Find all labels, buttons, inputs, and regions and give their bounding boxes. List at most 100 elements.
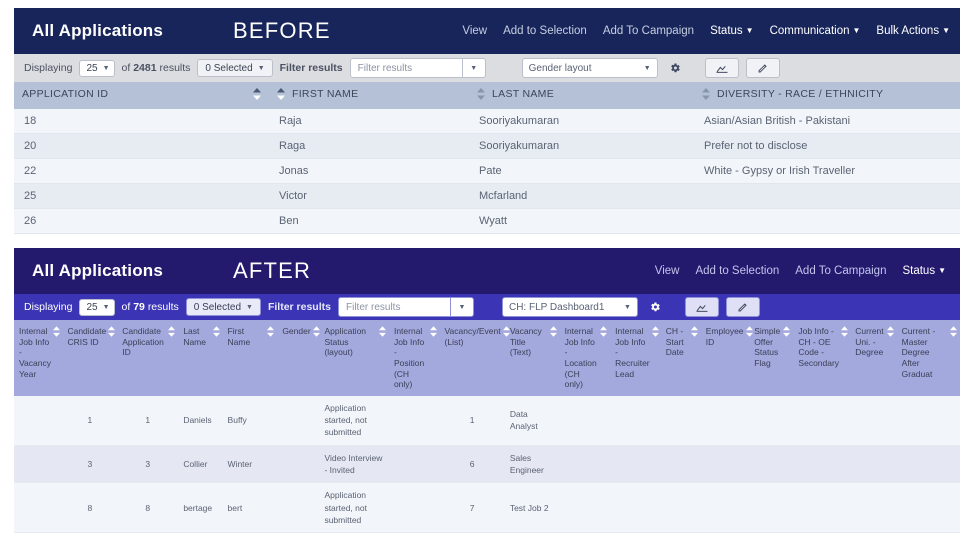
gear-icon[interactable] (665, 58, 685, 78)
layout-select[interactable]: CH: FLP Dashboard1 ▼ (501, 297, 638, 317)
sort-icon[interactable] (783, 326, 791, 340)
column-header-current-uni-degree[interactable]: Current Uni. - Degree (850, 320, 897, 396)
sort-icon[interactable] (108, 326, 116, 340)
column-header-first-name[interactable]: FIRST NAME (269, 82, 469, 109)
table-cell: 1 (62, 395, 118, 446)
table-cell: Mcfarland (469, 183, 694, 209)
column-header-internal-job-info-vacancy-year[interactable]: Internal Job Info - Vacancy Year (14, 320, 63, 396)
column-header-last-name[interactable]: LAST NAME (469, 82, 694, 109)
column-header-simple-offer-status-flag[interactable]: Simple Offer Status Flag (749, 320, 794, 396)
menu-item-status[interactable]: Status ▼ (710, 25, 754, 37)
table-cell (694, 208, 960, 234)
sort-icon[interactable] (690, 326, 698, 340)
column-header-first-name-label: FIRST NAME (292, 88, 359, 100)
sort-icon[interactable] (52, 326, 60, 340)
column-header-vacancy-title-text[interactable]: Vacancy Title (Text) (504, 320, 560, 396)
column-header-candidate-cris-id[interactable]: Candidate CRIS ID (62, 320, 118, 396)
column-header-current-master-degree-after-graduat[interactable]: Current - Master Degree After Graduat (896, 320, 960, 396)
menu-item-add-to-selection[interactable]: Add to Selection (503, 25, 587, 37)
filter-results-label: Filter results (267, 301, 331, 313)
sort-icon[interactable] (841, 326, 849, 340)
menu-item-status[interactable]: Status ▼ (902, 265, 946, 277)
sort-icon[interactable] (549, 326, 557, 340)
sort-icon[interactable] (212, 326, 220, 340)
menu-item-add-to-campaign[interactable]: Add To Campaign (795, 265, 886, 277)
column-header-gender[interactable]: Gender (277, 320, 320, 396)
column-header-last-name[interactable]: Last Name (178, 320, 223, 396)
column-header-vacancy-event-list[interactable]: Vacancy/Event (List) (439, 320, 510, 396)
table-cell: Application started, not submitted (319, 482, 389, 534)
menu-item-communication[interactable]: Communication ▼ (770, 25, 861, 37)
column-header-diversity[interactable]: DIVERSITY - RACE / ETHNICITY (694, 82, 960, 109)
chevron-down-icon: ▼ (852, 26, 861, 36)
table-row[interactable]: 26 Ben Wyatt (14, 208, 960, 234)
sort-icon[interactable] (277, 88, 285, 103)
column-header-application-id[interactable]: APPLICATION ID (14, 82, 269, 109)
table-row[interactable]: 22 Jonas Pate White - Gypsy or Irish Travel… (14, 158, 960, 184)
sort-icon[interactable] (886, 326, 894, 340)
selected-dropdown[interactable]: 0 Selected ▼ (185, 298, 261, 316)
sort-icon[interactable] (267, 326, 275, 340)
sort-icon[interactable] (253, 88, 261, 103)
after-panel-header: All Applications AFTER View Add to Selec… (14, 248, 960, 294)
column-header-internal-job-info-location-ch-only[interactable]: Internal Job Info - Location (CH only) (559, 320, 611, 396)
selected-count-label: 0 Selected (205, 62, 253, 74)
column-header-first-name[interactable]: First Name (222, 320, 278, 396)
sort-icon[interactable] (429, 326, 437, 340)
table-cell (700, 445, 750, 484)
table-cell: Jonas (269, 158, 469, 184)
table-cell: 22 (14, 158, 269, 184)
column-header-employee-id[interactable]: Employee ID (700, 320, 753, 396)
menu-item-bulk-actions[interactable]: Bulk Actions ▼ (876, 25, 950, 37)
table-cell (14, 445, 63, 484)
sort-icon[interactable] (502, 326, 510, 340)
column-header-internal-job-info-position-ch-only[interactable]: Internal Job Info - Position (CH only) (388, 320, 440, 396)
page-size-select[interactable]: 25 ▼ (79, 298, 115, 316)
sort-icon[interactable] (168, 326, 176, 340)
table-cell: 7 (439, 482, 505, 534)
edit-layout-icon[interactable] (745, 58, 780, 78)
filter-results-input[interactable]: Filter results (349, 58, 462, 78)
table-cell: 8 (62, 482, 118, 534)
table-cell: Collier (178, 445, 223, 484)
table-row[interactable]: 3 3 Collier Winter Video Interview - Invited… (14, 445, 960, 484)
filter-results-input[interactable]: Filter results (337, 297, 450, 317)
menu-item-add-to-selection[interactable]: Add to Selection (695, 265, 779, 277)
table-row[interactable]: 1 1 Daniels Buffy Application started, not s… (14, 395, 960, 446)
column-header-job-info-ch-oe-code-secondary[interactable]: Job Info - CH - OE Code - Secondary (793, 320, 851, 396)
sort-icon[interactable] (477, 88, 485, 103)
column-header-candidate-application-id[interactable]: Candidate Application ID (117, 320, 179, 396)
table-row[interactable]: 25 Victor Mcfarland (14, 183, 960, 209)
table-row[interactable]: 20 Raga Sooriyakumaran Prefer not to disclo… (14, 133, 960, 159)
column-header-application-status-layout[interactable]: Application Status (layout) (319, 320, 389, 396)
table-cell: Asian/Asian British - Pakistani (694, 109, 960, 134)
menu-item-add-to-campaign[interactable]: Add To Campaign (603, 25, 694, 37)
menu-item-view[interactable]: View (462, 25, 487, 37)
filter-results-dropdown[interactable]: ▼ (461, 58, 486, 78)
save-layout-icon[interactable] (684, 297, 719, 317)
column-header-internal-job-info-recruiter-lead[interactable]: Internal Job Info - Recruiter Lead (610, 320, 661, 396)
menu-item-view[interactable]: View (655, 265, 680, 277)
before-panel: All Applications BEFORE View Add to Sele… (14, 8, 960, 234)
table-cell (660, 395, 701, 446)
layout-select[interactable]: Gender layout ▼ (521, 58, 658, 78)
column-header-ch-start-date[interactable]: CH - Start Date (660, 320, 701, 396)
table-row[interactable]: 8 8 bertage bert Application started, not su… (14, 482, 960, 534)
sort-icon[interactable] (312, 326, 320, 340)
table-cell: Buffy (222, 395, 278, 446)
page-size-select[interactable]: 25 ▼ (79, 59, 115, 77)
sort-icon[interactable] (600, 326, 608, 340)
table-row[interactable]: 18 Raja Sooriyakumaran Asian/Asian British … (14, 109, 960, 134)
sort-icon[interactable] (745, 326, 753, 340)
selected-dropdown[interactable]: 0 Selected ▼ (197, 59, 273, 77)
edit-layout-icon[interactable] (725, 297, 760, 317)
sort-icon[interactable] (378, 326, 386, 340)
sort-icon[interactable] (702, 88, 710, 103)
table-cell: 3 (117, 445, 179, 484)
sort-icon[interactable] (950, 326, 957, 340)
save-layout-icon[interactable] (704, 58, 739, 78)
table-cell: Sooriyakumaran (469, 109, 694, 134)
sort-icon[interactable] (651, 326, 659, 340)
filter-results-dropdown[interactable]: ▼ (449, 297, 474, 317)
gear-icon[interactable] (645, 297, 665, 317)
